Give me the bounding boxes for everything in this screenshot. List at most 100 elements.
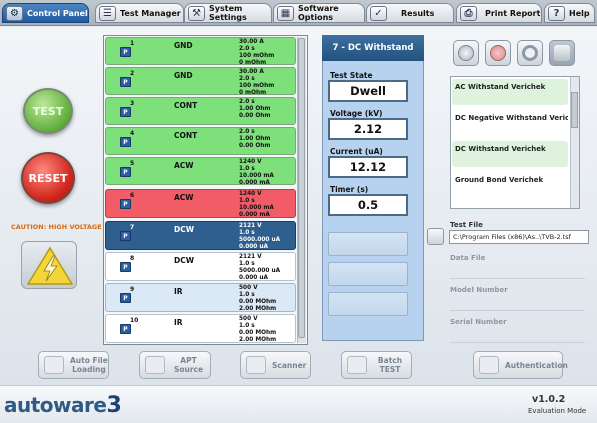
refresh-icon[interactable] [517, 40, 543, 66]
caution-text: CAUTION: HIGH VOLTAGE [11, 223, 102, 231]
mode-1-icon[interactable] [453, 40, 479, 66]
reset-button[interactable]: RESET [21, 152, 75, 204]
step-params: 2.0 s 1.00 Ohm 0.00 Ohm [239, 129, 271, 149]
tab-label: Software Options [298, 4, 339, 22]
authentication-icon [479, 356, 499, 374]
autoware-logo: autoware3 [4, 393, 122, 418]
verichek-item[interactable]: DC Negative Withstand Verichek [452, 110, 568, 136]
button-label: APT Source [173, 356, 204, 374]
test-step-row[interactable]: 4 P CONT 2.0 s 1.00 Ohm 0.00 Ohm [105, 127, 296, 155]
tab-label: Print Report [485, 8, 541, 18]
test-step-row[interactable]: 5 P ACW 1240 V 1.0 s 10.000 mA 0.000 mA [105, 157, 296, 186]
step-number: 6 [130, 192, 135, 199]
serial-number-label: Serial Number [450, 318, 507, 326]
test-step-row[interactable]: 2 P GND 30.00 A 2.0 s 100 mOhm 0 mOhm [105, 67, 296, 96]
step-params: 1240 V 1.0 s 10.000 mA 0.000 mA [239, 191, 274, 218]
step-type: ACW [174, 161, 194, 170]
step-number: 1 [130, 40, 135, 47]
step-number: 4 [130, 130, 135, 137]
auto-file-loading-button[interactable]: Auto File Loading [38, 351, 109, 379]
batch-test-icon [347, 356, 367, 374]
step-badge: P [120, 77, 131, 87]
tab-control-panel[interactable]: ⚙ Control Panel [2, 3, 89, 23]
step-number: 10 [130, 317, 139, 324]
verichek-item[interactable]: Ground Bond Verichek [452, 172, 568, 198]
step-type: IR [174, 287, 183, 296]
model-number-divider [450, 310, 585, 311]
reset-button-label: RESET [28, 171, 68, 185]
step-badge: P [120, 324, 131, 334]
step-type: GND [174, 71, 193, 80]
test-step-row[interactable]: 8 P DCW 2121 V 1.0 s 5000.000 uA 0.000 uA [105, 252, 296, 281]
high-voltage-icon [26, 246, 74, 285]
tab-label: Control Panel [27, 8, 88, 18]
folder-icon[interactable] [427, 228, 444, 245]
step-params: 2121 V 1.0 s 5000.000 uA 0.000 uA [239, 254, 281, 281]
test-manager-icon: ☰ [99, 6, 116, 21]
step-params: 30.00 A 2.0 s 100 mOhm 0 mOhm [239, 39, 275, 66]
tab-test-manager[interactable]: ☰ Test Manager [95, 3, 184, 23]
step-type: ACW [174, 193, 194, 202]
verichek-icon[interactable] [549, 40, 575, 66]
test-step-row[interactable]: 9 P IR 500 V 1.0 s 0.00 MOhm 2.00 MOhm [105, 283, 296, 312]
step-badge: P [120, 47, 131, 57]
current-value: 12.12 [328, 156, 408, 178]
tab-label: Help [569, 8, 590, 18]
voltage-label: Voltage (kV) [330, 109, 383, 118]
model-number-label: Model Number [450, 286, 508, 294]
control-panel-icon: ⚙ [6, 6, 23, 21]
test-step-row[interactable]: 1 P GND 30.00 A 2.0 s 100 mOhm 0 mOhm [105, 37, 296, 66]
verichek-scroll-thumb[interactable] [571, 92, 578, 128]
test-file-field[interactable]: C:\Program Files (x86)\As..\TVB-2.tsf [449, 230, 589, 244]
tab-results[interactable]: ✓ Results [366, 3, 454, 23]
scanner-button[interactable]: Scanner [240, 351, 311, 379]
step-type: IR [174, 318, 183, 327]
timer-value: 0.5 [328, 194, 408, 216]
step-badge: P [120, 167, 131, 177]
current-label: Current (uA) [330, 147, 383, 156]
tab-help[interactable]: ? Help [544, 3, 595, 23]
test-step-row[interactable]: 10 P IR 500 V 1.0 s 0.00 MOhm 2.00 MOhm [105, 314, 296, 343]
test-button-label: TEST [32, 104, 64, 118]
step-list-scroll-thumb[interactable] [298, 38, 305, 338]
auto-file-loading-icon [44, 356, 64, 374]
voltage-value: 2.12 [328, 118, 408, 140]
tab-system-settings[interactable]: ⚒ System Settings [184, 3, 272, 23]
data-file-divider [450, 278, 585, 279]
step-number: 3 [130, 100, 135, 107]
test-step-row-selected[interactable]: 7 P DCW 2121 V 1.0 s 5000.000 uA 0.000 uA [105, 221, 296, 250]
step-type: DCW [174, 225, 195, 234]
tab-label: System Settings [209, 4, 247, 22]
apt-source-button[interactable]: APT Source [139, 351, 211, 379]
step-params: 2121 V 1.0 s 5000.000 uA 0.000 uA [239, 223, 281, 250]
fail-icon[interactable] [485, 40, 511, 66]
main-tab-bar: ⚙ Control Panel ☰ Test Manager ⚒ System … [0, 0, 597, 26]
tab-label: Test Manager [120, 8, 181, 18]
readout-empty-slot [328, 232, 408, 256]
test-step-row[interactable]: 6 P ACW 1240 V 1.0 s 10.000 mA 0.000 mA [105, 189, 296, 218]
readout-empty-slot [328, 292, 408, 316]
step-badge: P [120, 231, 131, 241]
step-badge: P [120, 293, 131, 303]
authentication-button[interactable]: Authentication [473, 351, 568, 379]
step-badge: P [120, 107, 131, 117]
step-type: CONT [174, 131, 198, 140]
test-step-row[interactable]: 3 P CONT 2.0 s 1.00 Ohm 0.00 Ohm [105, 97, 296, 125]
step-type: CONT [174, 101, 198, 110]
step-number: 7 [130, 224, 135, 231]
tab-print-report[interactable]: ⎙ Print Report [456, 3, 542, 23]
button-label: Authentication [505, 360, 568, 370]
software-options-icon: ▦ [277, 6, 294, 21]
step-badge: P [120, 262, 131, 272]
verichek-item[interactable]: DC Withstand Verichek [452, 141, 568, 167]
readout-empty-slot [328, 262, 408, 286]
batch-test-button[interactable]: Batch TEST [341, 351, 412, 379]
step-type: GND [174, 41, 193, 50]
step-number: 8 [130, 255, 135, 262]
step-badge: P [120, 137, 131, 147]
test-state-value: Dwell [328, 80, 408, 102]
tab-software-options[interactable]: ▦ Software Options [273, 3, 365, 23]
verichek-item[interactable]: AC Withstand Verichek [452, 79, 568, 105]
step-params: 30.00 A 2.0 s 100 mOhm 0 mOhm [239, 69, 275, 96]
test-button[interactable]: TEST [23, 88, 73, 134]
